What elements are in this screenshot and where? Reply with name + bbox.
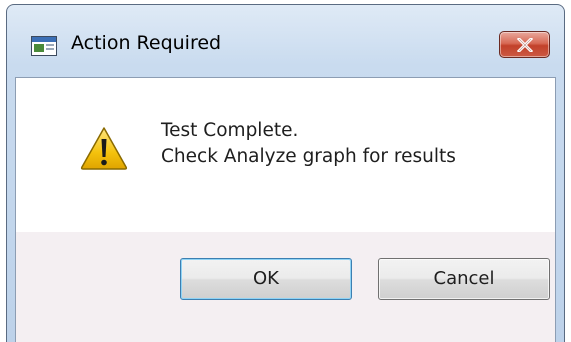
dialog-window: Action Required Test Complete. Check Ana… (6, 4, 565, 342)
dialog-content: Test Complete. Check Analyze graph for r… (15, 77, 556, 342)
cancel-button[interactable]: Cancel (378, 258, 550, 300)
title-bar[interactable]: Action Required (7, 5, 564, 77)
message-line-1: Test Complete. (161, 120, 299, 141)
app-window-icon (31, 36, 57, 56)
window-title: Action Required (71, 32, 222, 54)
button-bar: OK Cancel (16, 232, 555, 342)
warning-icon (80, 126, 128, 175)
close-icon (517, 38, 533, 52)
message-text: Test Complete. Check Analyze graph for r… (161, 118, 456, 170)
ok-button[interactable]: OK (180, 258, 352, 300)
close-button[interactable] (499, 31, 550, 58)
message-line-2: Check Analyze graph for results (161, 146, 456, 167)
